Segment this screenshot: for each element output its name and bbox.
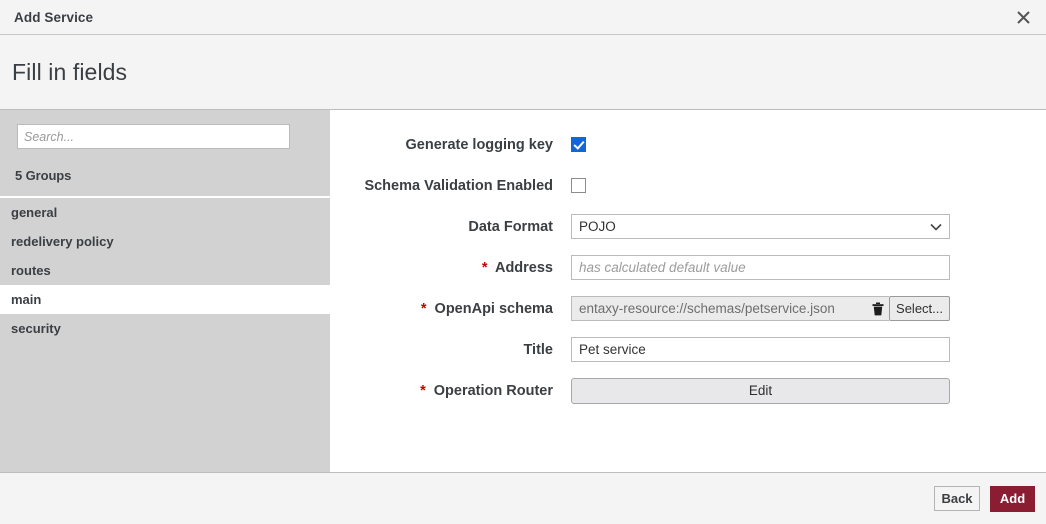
data-format-selected-value: POJO: [579, 219, 616, 234]
dialog-title: Add Service: [14, 10, 93, 25]
sidebar-item-label: redelivery policy: [11, 234, 114, 249]
delete-schema-button[interactable]: [867, 296, 889, 321]
title-input[interactable]: [571, 337, 950, 362]
sidebar-item-routes[interactable]: routes: [0, 256, 330, 285]
field-control: [571, 178, 950, 193]
field-label: Schema Validation Enabled: [330, 178, 571, 194]
field-row-openapi-schema: * OpenApi schema entaxy-resource://schem…: [330, 288, 1046, 329]
field-row-data-format: Data Format POJO: [330, 206, 1046, 247]
dialog-footer: Back Add: [0, 472, 1046, 524]
field-label-text: Schema Validation Enabled: [364, 178, 553, 194]
address-input[interactable]: [571, 255, 950, 280]
openapi-schema-group: entaxy-resource://schemas/petservice.jso…: [571, 296, 950, 321]
openapi-schema-value[interactable]: entaxy-resource://schemas/petservice.jso…: [571, 296, 867, 321]
field-label-text: OpenApi schema: [435, 301, 553, 317]
group-list: general redelivery policy routes main se…: [0, 196, 330, 472]
field-label: Generate logging key: [330, 137, 571, 153]
required-marker: *: [482, 260, 488, 276]
back-button-label: Back: [941, 491, 972, 506]
sidebar-item-label: security: [11, 321, 61, 336]
sidebar-item-main[interactable]: main: [0, 285, 330, 314]
field-label: Title: [330, 342, 571, 358]
field-label: * OpenApi schema: [330, 301, 571, 317]
fields-form: Generate logging key Schema Validation E…: [330, 110, 1046, 472]
field-control: POJO: [571, 214, 950, 239]
back-button[interactable]: Back: [934, 486, 980, 511]
add-button-label: Add: [1000, 491, 1025, 506]
field-label: * Operation Router: [330, 383, 571, 399]
field-row-schema-validation-enabled: Schema Validation Enabled: [330, 165, 1046, 206]
wizard-heading-band: Fill in fields: [0, 35, 1046, 110]
search-input[interactable]: [17, 124, 290, 149]
page-title: Fill in fields: [12, 59, 127, 86]
field-row-address: * Address: [330, 247, 1046, 288]
field-control: Edit: [571, 378, 950, 404]
search-container: [0, 110, 330, 149]
select-schema-button[interactable]: Select...: [889, 296, 950, 321]
add-button[interactable]: Add: [990, 486, 1035, 512]
field-label-text: Title: [523, 342, 553, 358]
generate-logging-key-checkbox[interactable]: [571, 137, 586, 152]
trash-icon: [872, 302, 884, 316]
field-label-text: Operation Router: [434, 383, 553, 399]
sidebar-item-label: main: [11, 292, 41, 307]
sidebar-item-general[interactable]: general: [0, 198, 330, 227]
schema-validation-enabled-checkbox[interactable]: [571, 178, 586, 193]
field-row-title: Title: [330, 329, 1046, 370]
field-control: [571, 337, 950, 362]
chevron-down-icon: [930, 223, 942, 231]
field-control: entaxy-resource://schemas/petservice.jso…: [571, 296, 950, 321]
groups-sidebar: 5 Groups general redelivery policy route…: [0, 110, 330, 472]
operation-router-edit-button[interactable]: Edit: [571, 378, 950, 404]
field-label: Data Format: [330, 219, 571, 235]
sidebar-item-label: routes: [11, 263, 51, 278]
field-row-generate-logging-key: Generate logging key: [330, 124, 1046, 165]
sidebar-item-label: general: [11, 205, 57, 220]
sidebar-item-redelivery-policy[interactable]: redelivery policy: [0, 227, 330, 256]
field-row-operation-router: * Operation Router Edit: [330, 370, 1046, 411]
edit-button-label: Edit: [749, 383, 772, 398]
groups-count-label: 5 Groups: [0, 149, 330, 183]
select-schema-button-label: Select...: [896, 301, 943, 316]
required-marker: *: [421, 301, 427, 317]
required-marker: *: [420, 383, 426, 399]
field-label-text: Data Format: [468, 219, 553, 235]
dialog-body: 5 Groups general redelivery policy route…: [0, 110, 1046, 472]
field-label-text: Address: [495, 260, 553, 276]
field-control: [571, 255, 950, 280]
dialog-titlebar: Add Service: [0, 0, 1046, 35]
field-label: * Address: [330, 260, 571, 276]
field-control: [571, 137, 950, 152]
close-icon: [1016, 10, 1031, 25]
close-button[interactable]: [1000, 0, 1046, 34]
field-label-text: Generate logging key: [406, 137, 553, 153]
data-format-select[interactable]: POJO: [571, 214, 950, 239]
add-service-dialog: Add Service Fill in fields 5 Groups gene…: [0, 0, 1046, 524]
sidebar-item-security[interactable]: security: [0, 314, 330, 343]
